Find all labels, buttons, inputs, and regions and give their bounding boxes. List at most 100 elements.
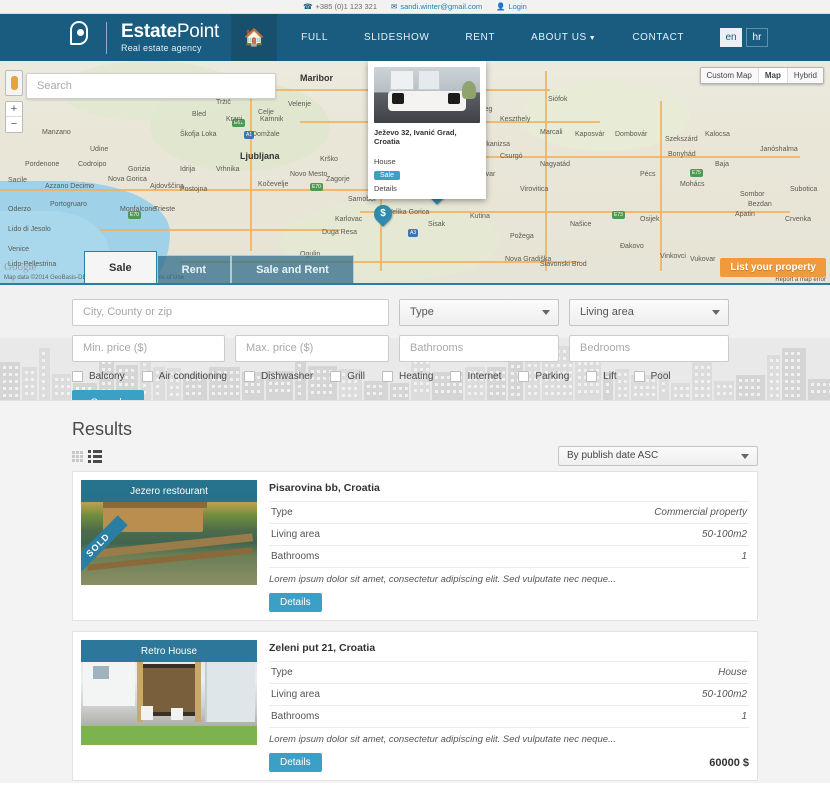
listing-description: Lorem ipsum dolor sit amet, consectetur … (269, 727, 749, 745)
email-link[interactable]: sandi.winter@gmail.com (400, 2, 482, 11)
email-info[interactable]: ✉ sandi.winter@gmail.com (391, 2, 482, 11)
map-type-hybrid[interactable]: Hybrid (787, 68, 823, 83)
skyline-building (0, 362, 20, 400)
info-window-type: House (374, 157, 396, 166)
search-panel: City, County or zip Type Living area Min… (0, 283, 830, 400)
map-place-label: Trieste (154, 206, 176, 213)
map-place-label: Monfalcone (120, 206, 157, 213)
checkbox-box[interactable] (586, 371, 598, 382)
search-type-select[interactable]: Type (399, 299, 559, 326)
map-container[interactable]: E61 A1 E70 A3 E73 E75 E70 Maribor Celje Ve… (0, 61, 830, 283)
amenity-checkbox-internet[interactable]: Internet (450, 371, 501, 382)
map-place-label: Kamnik (260, 116, 284, 123)
search-button[interactable]: Search (72, 390, 144, 400)
amenity-label: Grill (347, 371, 365, 382)
logo[interactable]: EstatePoint Real estate agency (0, 14, 219, 61)
amenity-label: Dishwasher (260, 371, 314, 382)
map-search-input[interactable]: Search (26, 73, 276, 99)
list-your-property-button[interactable]: List your property (720, 258, 826, 277)
map-place-label: Baja (715, 161, 730, 168)
map-place-label: Bled (192, 111, 207, 118)
checkbox-box[interactable] (72, 371, 83, 382)
map-zoom-controls[interactable]: + − (5, 101, 23, 133)
amenity-checkbox-heating[interactable]: Heating (381, 371, 433, 382)
amenity-checkbox-lift[interactable]: Lift (586, 371, 617, 382)
home-icon[interactable]: 🏠 (231, 14, 278, 61)
amenity-checkbox-dishwasher[interactable]: Dishwasher (243, 371, 314, 382)
amenity-checkbox-pool[interactable]: Pool (633, 371, 671, 382)
search-min-price-input[interactable]: Min. price ($) (72, 335, 225, 362)
map-search-placeholder: Search (37, 80, 72, 92)
listing-card[interactable]: Retro House Zeleni put 21, Croatia Type … (72, 631, 758, 781)
map-place-label: Apatin (735, 211, 755, 218)
map-place-label: Szekszárd (665, 136, 698, 143)
checkbox-box[interactable] (518, 371, 530, 382)
login-info[interactable]: 👤 Login (496, 2, 527, 11)
amenity-checkbox-parking[interactable]: Parking (518, 371, 569, 382)
search-bedrooms-input[interactable]: Bedrooms (569, 335, 729, 362)
map-type-custom[interactable]: Custom Map (700, 68, 759, 83)
tab-sale[interactable]: Sale (84, 251, 157, 283)
value-bathrooms: 1 (741, 551, 747, 562)
map-place-label: Kranj (226, 116, 243, 123)
logo-text: EstatePoint Real estate agency (121, 22, 219, 53)
search-row-1: City, County or zip Type Living area (72, 299, 758, 326)
nav-item-slideshow[interactable]: SLIDESHOW (346, 14, 447, 61)
map-place-label: Siófok (548, 96, 568, 103)
main-nav: FULL SLIDESHOW RENT ABOUT US ▼ CONTACT (283, 14, 702, 61)
listing-thumbnail[interactable]: Retro House (81, 640, 257, 745)
listing-card[interactable]: Jezero restourant SOLD Pisarovina bb, Cr… (72, 471, 758, 621)
map-type-map[interactable]: Map (758, 68, 788, 83)
checkbox-box[interactable] (381, 371, 393, 382)
search-max-price-input[interactable]: Max. price ($) (235, 335, 389, 362)
map-place-label: Zagorje (326, 176, 350, 183)
map-place-label: Janóshalma (760, 146, 798, 153)
skyline-building (714, 381, 734, 400)
utility-topbar: ☎ +385 (0)1 123 321 ✉ sandi.winter@gmail… (0, 0, 830, 14)
zoom-in-button[interactable]: + (6, 102, 22, 117)
map-place-label: Lido di Jesolo (8, 226, 51, 233)
checkbox-box[interactable] (141, 371, 153, 382)
search-bathrooms-input[interactable]: Bathrooms (399, 335, 559, 362)
map-place-label: Csurgó (500, 153, 523, 160)
lang-option-en[interactable]: en (720, 28, 742, 47)
grid-view-icon[interactable] (72, 451, 83, 462)
checkbox-box[interactable] (633, 371, 645, 382)
listing-type-row: Type House (269, 661, 749, 683)
nav-item-rent[interactable]: RENT (447, 14, 513, 61)
map-marker-price[interactable]: $ (370, 201, 396, 229)
results-toolbar: By publish date ASC (72, 446, 758, 466)
checkbox-box[interactable] (243, 371, 255, 382)
checkbox-box[interactable] (450, 371, 462, 382)
tab-rent[interactable]: Rent (156, 255, 232, 283)
amenity-checkbox-grill[interactable]: Grill (330, 371, 365, 382)
listing-thumbnail[interactable]: Jezero restourant SOLD (81, 480, 257, 585)
logo-divider (106, 21, 107, 54)
map-place-label: Subotica (790, 186, 818, 193)
list-view-icon[interactable] (88, 450, 102, 463)
info-window-photo (374, 67, 480, 123)
amenity-checkbox-air-conditioning[interactable]: Air conditioning (141, 371, 227, 382)
map-place-label: Velika Gorica (388, 209, 430, 216)
login-link[interactable]: Login (508, 2, 526, 11)
zoom-out-button[interactable]: − (6, 117, 22, 132)
search-location-input[interactable]: City, County or zip (72, 299, 389, 326)
sort-select[interactable]: By publish date ASC (558, 446, 758, 466)
info-window-details-link[interactable]: Details (374, 184, 480, 193)
site-header: EstatePoint Real estate agency 🏠 FULL SL… (0, 14, 830, 61)
amenity-label: Internet (467, 371, 502, 382)
nav-item-about-us[interactable]: ABOUT US ▼ (513, 14, 614, 62)
search-living-area-select[interactable]: Living area (569, 299, 729, 326)
listing-price: 60000 $ (709, 756, 749, 769)
tab-sale-and-rent[interactable]: Sale and Rent (231, 255, 354, 283)
amenity-checkbox-balcony[interactable]: Balcony (72, 371, 125, 382)
map-info-window: Ježevo 32, Ivanić Grad, Croatia House Sa… (368, 61, 486, 199)
details-button[interactable]: Details (269, 593, 322, 612)
street-view-pegman-icon[interactable] (5, 70, 23, 96)
details-button[interactable]: Details (269, 753, 322, 772)
map-place-label: Manzano (42, 129, 71, 136)
checkbox-box[interactable] (330, 371, 342, 382)
nav-item-contact[interactable]: CONTACT (614, 14, 702, 61)
nav-item-full[interactable]: FULL (283, 14, 346, 61)
lang-option-hr[interactable]: hr (746, 28, 768, 47)
